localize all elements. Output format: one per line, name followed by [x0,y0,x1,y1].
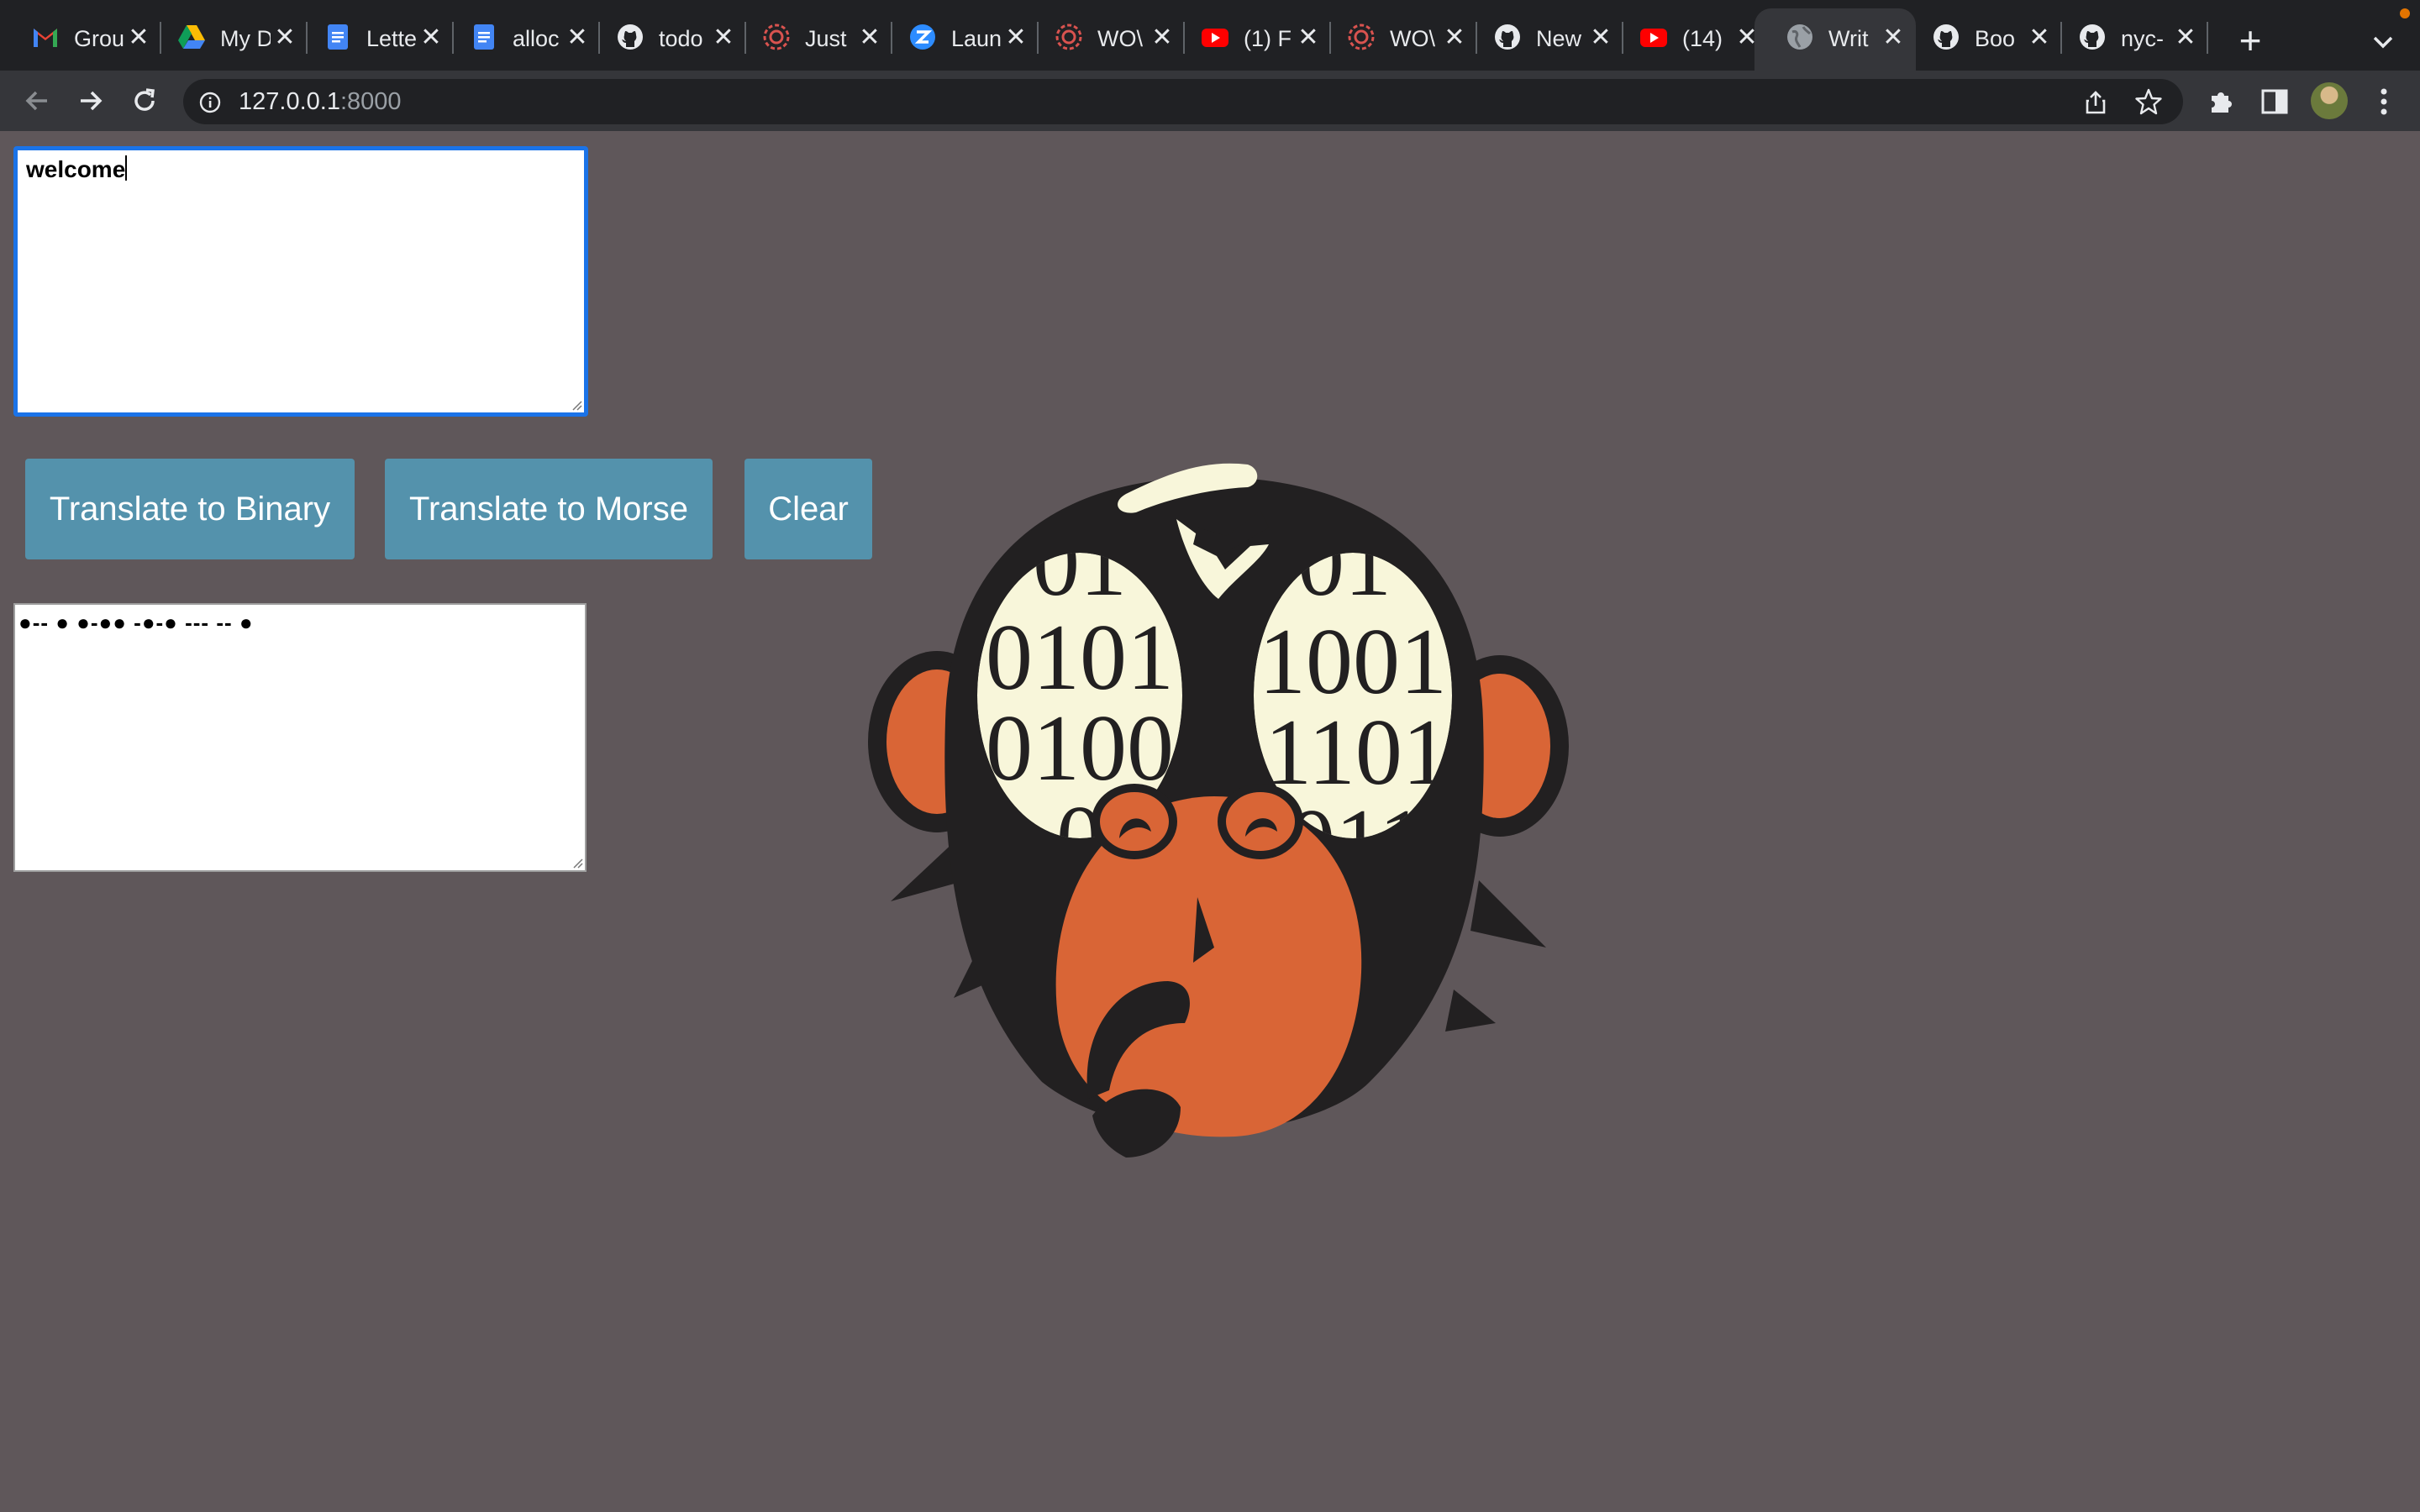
tab-6[interactable]: Just ✕ [731,8,892,71]
tab-7[interactable]: Laun ✕ [877,8,1039,71]
zoom-icon [910,24,935,50]
text-input[interactable]: welcome [13,146,588,417]
tab-search-icon[interactable] [2366,25,2400,59]
tab-15[interactable]: nyc- ✕ [2047,8,2208,71]
kebab-menu-icon[interactable] [2371,86,2396,118]
tab-title: todo [659,26,703,51]
tab-12[interactable]: (14) ✕ [1608,8,1770,71]
github-icon [2080,24,2105,50]
url-text[interactable]: 127.0.0.1:8000 [239,87,402,117]
site-info-icon[interactable] [198,91,222,114]
back-icon[interactable] [18,82,55,119]
gmail-icon [34,29,57,47]
tab-title: Lette [366,26,417,51]
tab-14[interactable]: Boo ✕ [1901,8,2062,71]
address-bar[interactable]: 127.0.0.1:8000 [183,79,2183,124]
tab-8[interactable]: WO\ ✕ [1023,8,1185,71]
tab-title: New [1536,26,1582,51]
tab-title: Boo [1975,26,2016,51]
right-eye-digits-3: 1101 [1265,701,1449,805]
tab-title: alloc [513,26,560,51]
bookmark-star-icon[interactable] [2134,87,2163,116]
left-eye-digits-3: 0100 [986,696,1174,801]
wheel-icon [1348,24,1375,50]
forward-icon[interactable] [72,82,109,119]
new-tab-button[interactable]: + [2230,21,2270,62]
tab-title: Writ [1828,26,1869,51]
notification-dot [2400,8,2410,18]
clear-button[interactable]: Clear [744,459,872,559]
tab-title: Laun [951,26,1002,51]
tab-close-icon[interactable]: ✕ [2173,25,2198,50]
globe-icon [1787,24,1812,50]
reload-icon[interactable] [126,82,163,119]
tab-3[interactable]: Lette ✕ [292,8,454,71]
google-docs-icon [328,24,348,50]
resize-grip-icon[interactable] [571,857,583,869]
output-text[interactable]: ●-- ● ●-●● -●-● --- -- ● [13,603,587,872]
translate-morse-button[interactable]: Translate to Morse [385,459,713,559]
binary-monkey-illustration: 01 0101 0100 0 01 1001 1101 011 [868,463,1569,1158]
right-eye-digits-2: 1001 [1259,610,1447,714]
github-icon [618,24,643,50]
tab-title: My D [220,26,271,51]
tab-1[interactable]: Grou ✕ [0,8,161,71]
tab-title: (14) [1682,26,1723,51]
google-docs-icon [474,24,494,50]
side-panel-icon[interactable] [2259,86,2291,118]
browser-toolbar: 127.0.0.1:8000 [0,71,2420,131]
tab-title: Grou [74,26,124,51]
text-caret [125,155,128,181]
youtube-icon [1202,29,1228,47]
wheel-icon [763,24,790,50]
url-host: 127.0.0.1 [239,88,340,115]
github-icon [1933,24,1959,50]
tab-11[interactable]: New ✕ [1462,8,1623,71]
tab-strip: Grou ✕ My D ✕ Lette ✕ alloc ✕ todo ✕ Just ✕ Laun ✕ WO\… [0,0,2420,71]
tab-5[interactable]: todo ✕ [585,8,746,71]
tab-title: nyc- [2121,26,2165,51]
tab-10[interactable]: WO\ ✕ [1316,8,1477,71]
google-drive-icon [178,25,205,49]
tab-13[interactable]: Writ ✕ [1754,8,1916,71]
tab-4[interactable]: alloc ✕ [439,8,600,71]
wheel-icon [1055,24,1082,50]
github-icon [1495,24,1520,50]
tab-title: WO\ [1097,26,1143,51]
text-input-value: welcome [26,156,126,182]
youtube-icon [1640,29,1667,47]
left-eye-digits-2: 0101 [986,606,1174,710]
tab-title: (1) F [1244,26,1292,51]
tab-2[interactable]: My D ✕ [146,8,308,71]
resize-grip-icon[interactable] [571,399,582,411]
url-port: :8000 [339,88,402,115]
tab-separator [2207,22,2208,54]
extensions-puzzle-icon[interactable] [2205,86,2237,118]
tab-9[interactable]: (1) F ✕ [1170,8,1331,71]
tab-title: WO\ [1390,26,1435,51]
share-icon[interactable] [2082,89,2109,116]
output-text-value: ●-- ● ●-●● -●-● --- -- ● [18,610,254,635]
profile-avatar[interactable] [2311,82,2348,119]
tab-title: Just [805,26,847,51]
page-viewport: welcome Translate to Binary Translate to… [0,131,2420,1512]
translate-binary-button[interactable]: Translate to Binary [25,459,355,559]
